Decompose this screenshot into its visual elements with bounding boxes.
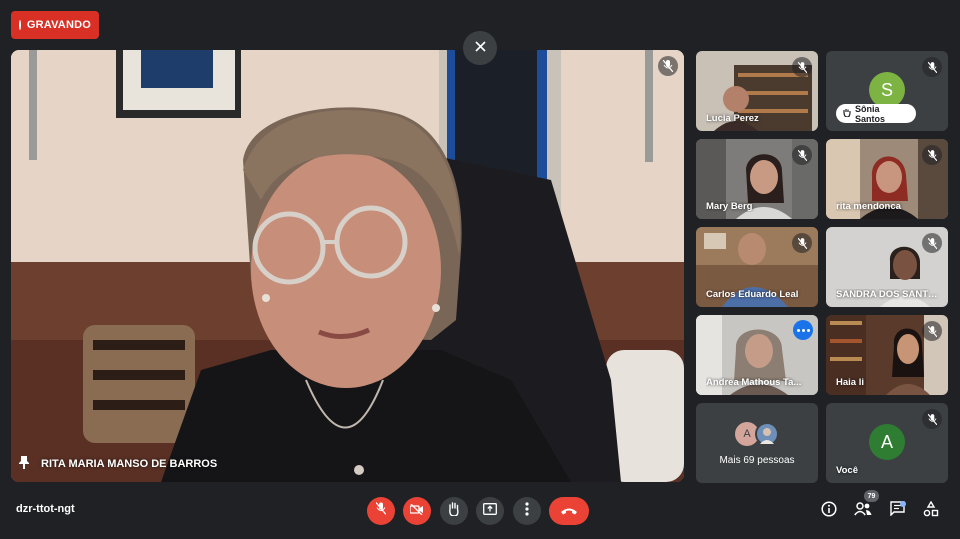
participant-tile-sonia-santos[interactable]: S Sônia Santos	[826, 51, 948, 131]
hang-up-button[interactable]	[549, 497, 589, 525]
people-count-badge: 79	[864, 490, 879, 502]
mic-off-icon	[922, 145, 942, 165]
info-icon	[821, 500, 837, 522]
mic-off-icon	[792, 57, 812, 77]
close-button[interactable]	[463, 31, 497, 65]
recording-badge[interactable]: GRAVANDO	[11, 11, 99, 39]
camera-off-icon	[409, 502, 424, 520]
participant-name: rita mendonca	[836, 201, 901, 212]
people-button[interactable]	[852, 500, 874, 522]
main-speaker-video	[11, 50, 684, 482]
raise-hand-icon	[448, 501, 460, 521]
recording-dot-icon	[19, 20, 21, 30]
participant-name: SANDRA DOS SANTOS	[836, 289, 940, 300]
participant-tile-lucia-perez[interactable]: Lucia Perez	[696, 51, 818, 131]
main-speaker-name-label: RITA MARIA MANSO DE BARROS	[19, 456, 217, 472]
mic-off-icon	[375, 502, 387, 520]
chat-notification-dot	[900, 501, 906, 507]
mic-off-icon	[792, 233, 812, 253]
participant-tile-sandra-dos-santos[interactable]: SANDRA DOS SANTOS	[826, 227, 948, 307]
main-mic-off-icon	[658, 56, 678, 76]
info-button[interactable]	[818, 500, 840, 522]
participant-name: Haia li	[836, 377, 864, 388]
mic-off-icon	[922, 409, 942, 429]
participant-tile-carlos-eduardo-leal[interactable]: Carlos Eduardo Leal	[696, 227, 818, 307]
avatar-photo	[755, 422, 779, 446]
meeting-code: dzr-ttot-ngt	[16, 503, 75, 515]
mic-off-icon	[922, 321, 942, 341]
present-icon	[483, 502, 497, 520]
mic-toggle-button[interactable]	[367, 497, 395, 525]
main-speaker-tile[interactable]: RITA MARIA MANSO DE BARROS	[11, 50, 684, 482]
more-options-button[interactable]	[793, 320, 813, 340]
more-participants-tile[interactable]: A Mais 69 pessoas	[696, 403, 818, 483]
participant-tile-self[interactable]: A Você	[826, 403, 948, 483]
participant-name: Andrea Mathous Ta...	[706, 377, 802, 388]
participant-tile-andrea-mathous[interactable]: Andrea Mathous Ta...	[696, 315, 818, 395]
more-options-icon	[525, 501, 529, 521]
mic-off-icon	[792, 145, 812, 165]
participant-name: Carlos Eduardo Leal	[706, 289, 799, 300]
avatar: A	[869, 424, 905, 460]
participant-name: Mary Berg	[706, 201, 753, 212]
mic-off-icon	[922, 233, 942, 253]
participant-tile-rita-mendonca[interactable]: rita mendonca	[826, 139, 948, 219]
more-options-button[interactable]	[513, 497, 541, 525]
recording-label: GRAVANDO	[26, 19, 91, 31]
hand-icon	[843, 108, 851, 119]
people-icon	[854, 501, 872, 521]
camera-toggle-button[interactable]	[403, 497, 431, 525]
participant-tile-mary-berg[interactable]: Mary Berg	[696, 139, 818, 219]
activities-icon	[923, 500, 939, 522]
hang-up-icon	[560, 502, 578, 520]
main-speaker-name: RITA MARIA MANSO DE BARROS	[41, 458, 218, 470]
present-button[interactable]	[476, 497, 504, 525]
participant-name: Você	[836, 465, 859, 476]
close-icon	[474, 39, 486, 57]
more-participants-label: Mais 69 pessoas	[719, 455, 795, 466]
participant-name-pill: Sônia Santos	[836, 104, 916, 124]
mic-off-icon	[922, 57, 942, 77]
activities-button[interactable]	[920, 500, 942, 522]
participant-tile-haia-li[interactable]: Haia li	[826, 315, 948, 395]
participant-name: Lucia Perez	[706, 113, 759, 124]
pin-icon[interactable]	[19, 456, 29, 472]
raise-hand-button[interactable]	[440, 497, 468, 525]
